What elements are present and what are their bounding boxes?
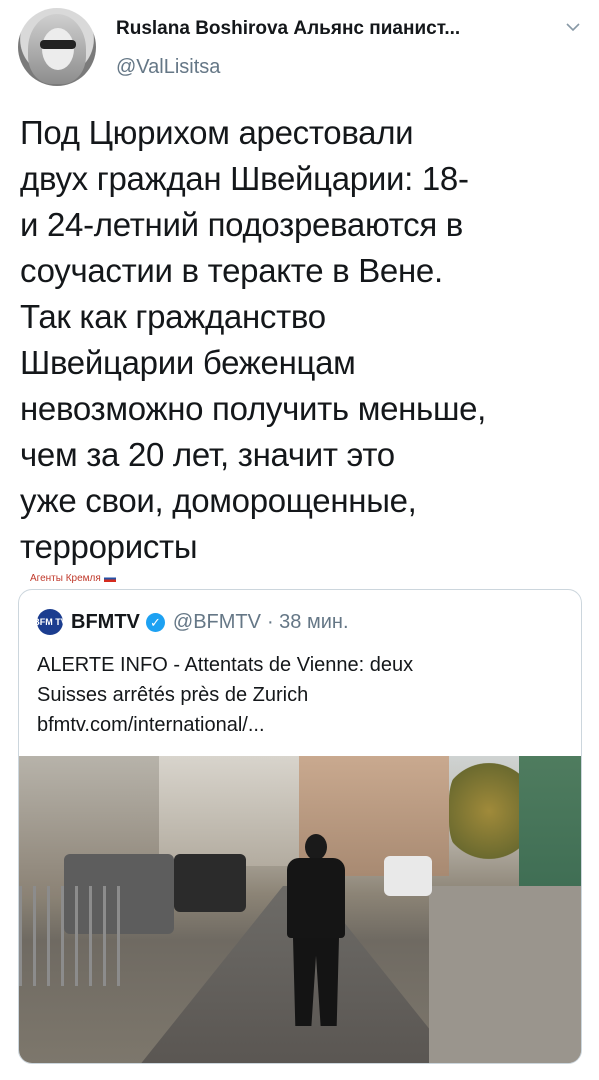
watermark: Агенты Кремля bbox=[30, 573, 116, 584]
avatar[interactable] bbox=[18, 8, 96, 86]
photo-police-officer bbox=[277, 834, 357, 1034]
photo-car-dark bbox=[174, 854, 246, 912]
photo-officer-body bbox=[287, 858, 345, 938]
quoted-handle[interactable]: @BFMTV bbox=[173, 611, 261, 634]
quoted-timestamp[interactable]: · 38 мин. bbox=[267, 611, 349, 634]
tweet-text: Под Цюрихом арестовали двух граждан Швей… bbox=[20, 114, 487, 565]
photo-car-white bbox=[384, 856, 432, 896]
quoted-tweet-image[interactable] bbox=[19, 756, 581, 1063]
photo-officer-head bbox=[305, 834, 327, 860]
quoted-tweet-card[interactable]: BFM TV BFMTV ✓ @BFMTV · 38 мин. ALERTE I… bbox=[18, 589, 582, 1064]
bfmtv-logo-text: BFM TV bbox=[33, 617, 67, 627]
quoted-display-name[interactable]: BFMTV bbox=[71, 611, 140, 634]
photo-sidewalk bbox=[429, 886, 581, 1063]
display-name[interactable]: Ruslana Boshirova Альянс пианист... bbox=[116, 18, 460, 40]
chevron-down-icon[interactable] bbox=[564, 18, 582, 36]
quoted-tweet-header: BFM TV BFMTV ✓ @BFMTV · 38 мин. bbox=[33, 608, 349, 636]
user-handle[interactable]: @ValLisitsa bbox=[116, 56, 220, 79]
bfmtv-logo[interactable]: BFM TV bbox=[33, 609, 67, 635]
photo-officer-legs bbox=[293, 938, 339, 1026]
photo-tree bbox=[449, 756, 529, 866]
russia-flag-icon bbox=[103, 574, 116, 582]
photo-barrier bbox=[19, 886, 129, 986]
watermark-text: Агенты Кремля bbox=[30, 573, 101, 584]
verified-badge-icon: ✓ bbox=[145, 612, 165, 632]
quoted-tweet-text[interactable]: ALERTE INFO - Attentats de Vienne: deux … bbox=[37, 650, 567, 740]
avatar-face bbox=[42, 28, 74, 70]
avatar-glasses bbox=[40, 40, 76, 49]
